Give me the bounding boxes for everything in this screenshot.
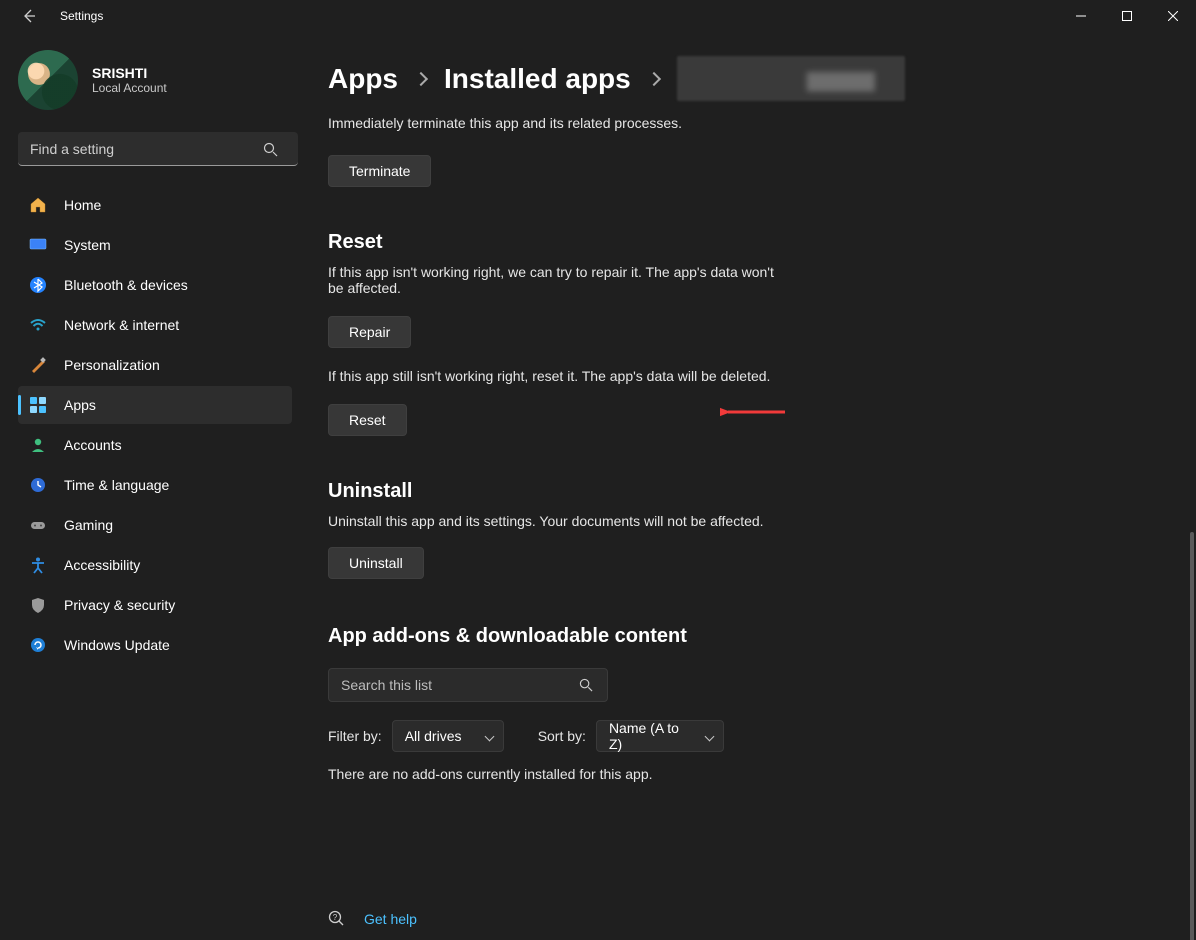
terminate-button[interactable]: Terminate bbox=[328, 155, 431, 187]
user-name: SRISHTI bbox=[92, 65, 167, 81]
arrow-left-icon bbox=[21, 8, 37, 24]
accessibility-icon bbox=[28, 555, 48, 575]
sidebar-item-label: Time & language bbox=[64, 477, 169, 493]
bluetooth-icon bbox=[28, 275, 48, 295]
scrollbar[interactable] bbox=[1190, 532, 1194, 940]
annotation-arrow-icon bbox=[720, 396, 790, 426]
chevron-down-icon bbox=[484, 732, 494, 742]
sidebar-item-accounts[interactable]: Accounts bbox=[18, 426, 292, 464]
apps-icon bbox=[28, 395, 48, 415]
person-icon bbox=[28, 435, 48, 455]
chevron-right-icon bbox=[647, 71, 661, 85]
shield-icon bbox=[28, 595, 48, 615]
sort-by-value: Name (A to Z) bbox=[609, 720, 693, 752]
chevron-right-icon bbox=[414, 71, 428, 85]
chevron-down-icon bbox=[704, 732, 714, 742]
sidebar-item-label: Personalization bbox=[64, 357, 160, 373]
back-button[interactable] bbox=[18, 5, 40, 27]
sort-by-label: Sort by: bbox=[538, 728, 586, 744]
sidebar-item-home[interactable]: Home bbox=[18, 186, 292, 224]
filter-by-dropdown[interactable]: All drives bbox=[392, 720, 504, 752]
breadcrumb-installed-apps[interactable]: Installed apps bbox=[444, 63, 631, 95]
search-icon bbox=[579, 678, 593, 692]
sidebar: SRISHTI Local Account Home bbox=[0, 32, 300, 940]
sidebar-item-label: Gaming bbox=[64, 517, 113, 533]
sidebar-item-label: Accessibility bbox=[64, 557, 140, 573]
sidebar-item-personalization[interactable]: Personalization bbox=[18, 346, 292, 384]
window-controls bbox=[1058, 0, 1196, 32]
minimize-button[interactable] bbox=[1058, 0, 1104, 32]
sidebar-item-system[interactable]: System bbox=[18, 226, 292, 264]
sidebar-item-accessibility[interactable]: Accessibility bbox=[18, 546, 292, 584]
system-icon bbox=[28, 235, 48, 255]
addons-search-button[interactable] bbox=[572, 668, 600, 702]
avatar bbox=[18, 50, 78, 110]
close-icon bbox=[1168, 11, 1178, 21]
terminate-description: Immediately terminate this app and its r… bbox=[328, 115, 828, 131]
gamepad-icon bbox=[28, 515, 48, 535]
paintbrush-icon bbox=[28, 355, 48, 375]
reset-heading: Reset bbox=[328, 231, 1176, 254]
sidebar-item-label: Accounts bbox=[64, 437, 122, 453]
sidebar-item-label: Apps bbox=[64, 397, 96, 413]
uninstall-heading: Uninstall bbox=[328, 480, 1176, 503]
breadcrumb-apps[interactable]: Apps bbox=[328, 63, 398, 95]
sidebar-item-label: Privacy & security bbox=[64, 597, 175, 613]
wifi-icon bbox=[28, 315, 48, 335]
uninstall-description: Uninstall this app and its settings. You… bbox=[328, 513, 788, 529]
sort-by-dropdown[interactable]: Name (A to Z) bbox=[596, 720, 724, 752]
sidebar-item-label: System bbox=[64, 237, 111, 253]
sidebar-item-update[interactable]: Windows Update bbox=[18, 626, 292, 664]
main-content: Apps Installed apps ▆▆▆▆ Immediately ter… bbox=[300, 32, 1196, 940]
user-profile[interactable]: SRISHTI Local Account bbox=[18, 50, 292, 110]
addons-search bbox=[328, 668, 608, 702]
maximize-button[interactable] bbox=[1104, 0, 1150, 32]
repair-button[interactable]: Repair bbox=[328, 316, 411, 348]
nav-list: Home System Bluetooth & devices Network … bbox=[18, 186, 292, 664]
breadcrumb: Apps Installed apps ▆▆▆▆ bbox=[328, 56, 1176, 101]
help-icon: ? bbox=[328, 910, 346, 928]
minimize-icon bbox=[1076, 11, 1086, 21]
repair-description: If this app isn't working right, we can … bbox=[328, 264, 788, 296]
sidebar-item-label: Home bbox=[64, 197, 101, 213]
sidebar-item-gaming[interactable]: Gaming bbox=[18, 506, 292, 544]
titlebar: Settings bbox=[0, 0, 1196, 32]
sidebar-item-network[interactable]: Network & internet bbox=[18, 306, 292, 344]
addons-search-input[interactable] bbox=[328, 668, 608, 702]
sidebar-item-label: Bluetooth & devices bbox=[64, 277, 188, 293]
uninstall-button[interactable]: Uninstall bbox=[328, 547, 424, 579]
help-row: ? Get help bbox=[328, 910, 417, 928]
breadcrumb-app-name-redacted: ▆▆▆▆ bbox=[677, 56, 905, 101]
svg-text:?: ? bbox=[333, 913, 338, 922]
settings-search bbox=[18, 132, 292, 166]
window-title: Settings bbox=[60, 9, 103, 23]
sidebar-item-apps[interactable]: Apps bbox=[18, 386, 292, 424]
search-icon bbox=[263, 142, 278, 157]
close-button[interactable] bbox=[1150, 0, 1196, 32]
reset-description: If this app still isn't working right, r… bbox=[328, 368, 848, 384]
clock-icon bbox=[28, 475, 48, 495]
filter-by-label: Filter by: bbox=[328, 728, 382, 744]
filter-by-value: All drives bbox=[405, 728, 462, 744]
addons-filter-row: Filter by: All drives Sort by: Name (A t… bbox=[328, 720, 1176, 752]
update-icon bbox=[28, 635, 48, 655]
reset-button[interactable]: Reset bbox=[328, 404, 407, 436]
sidebar-item-privacy[interactable]: Privacy & security bbox=[18, 586, 292, 624]
home-icon bbox=[28, 195, 48, 215]
addons-empty-message: There are no add-ons currently installed… bbox=[328, 766, 1176, 782]
sidebar-item-label: Network & internet bbox=[64, 317, 179, 333]
user-account-type: Local Account bbox=[92, 81, 167, 95]
maximize-icon bbox=[1122, 11, 1132, 21]
sidebar-item-bluetooth[interactable]: Bluetooth & devices bbox=[18, 266, 292, 304]
addons-heading: App add-ons & downloadable content bbox=[328, 625, 1176, 648]
sidebar-item-label: Windows Update bbox=[64, 637, 170, 653]
get-help-link[interactable]: Get help bbox=[364, 911, 417, 927]
sidebar-item-time[interactable]: Time & language bbox=[18, 466, 292, 504]
search-button[interactable] bbox=[256, 132, 284, 166]
